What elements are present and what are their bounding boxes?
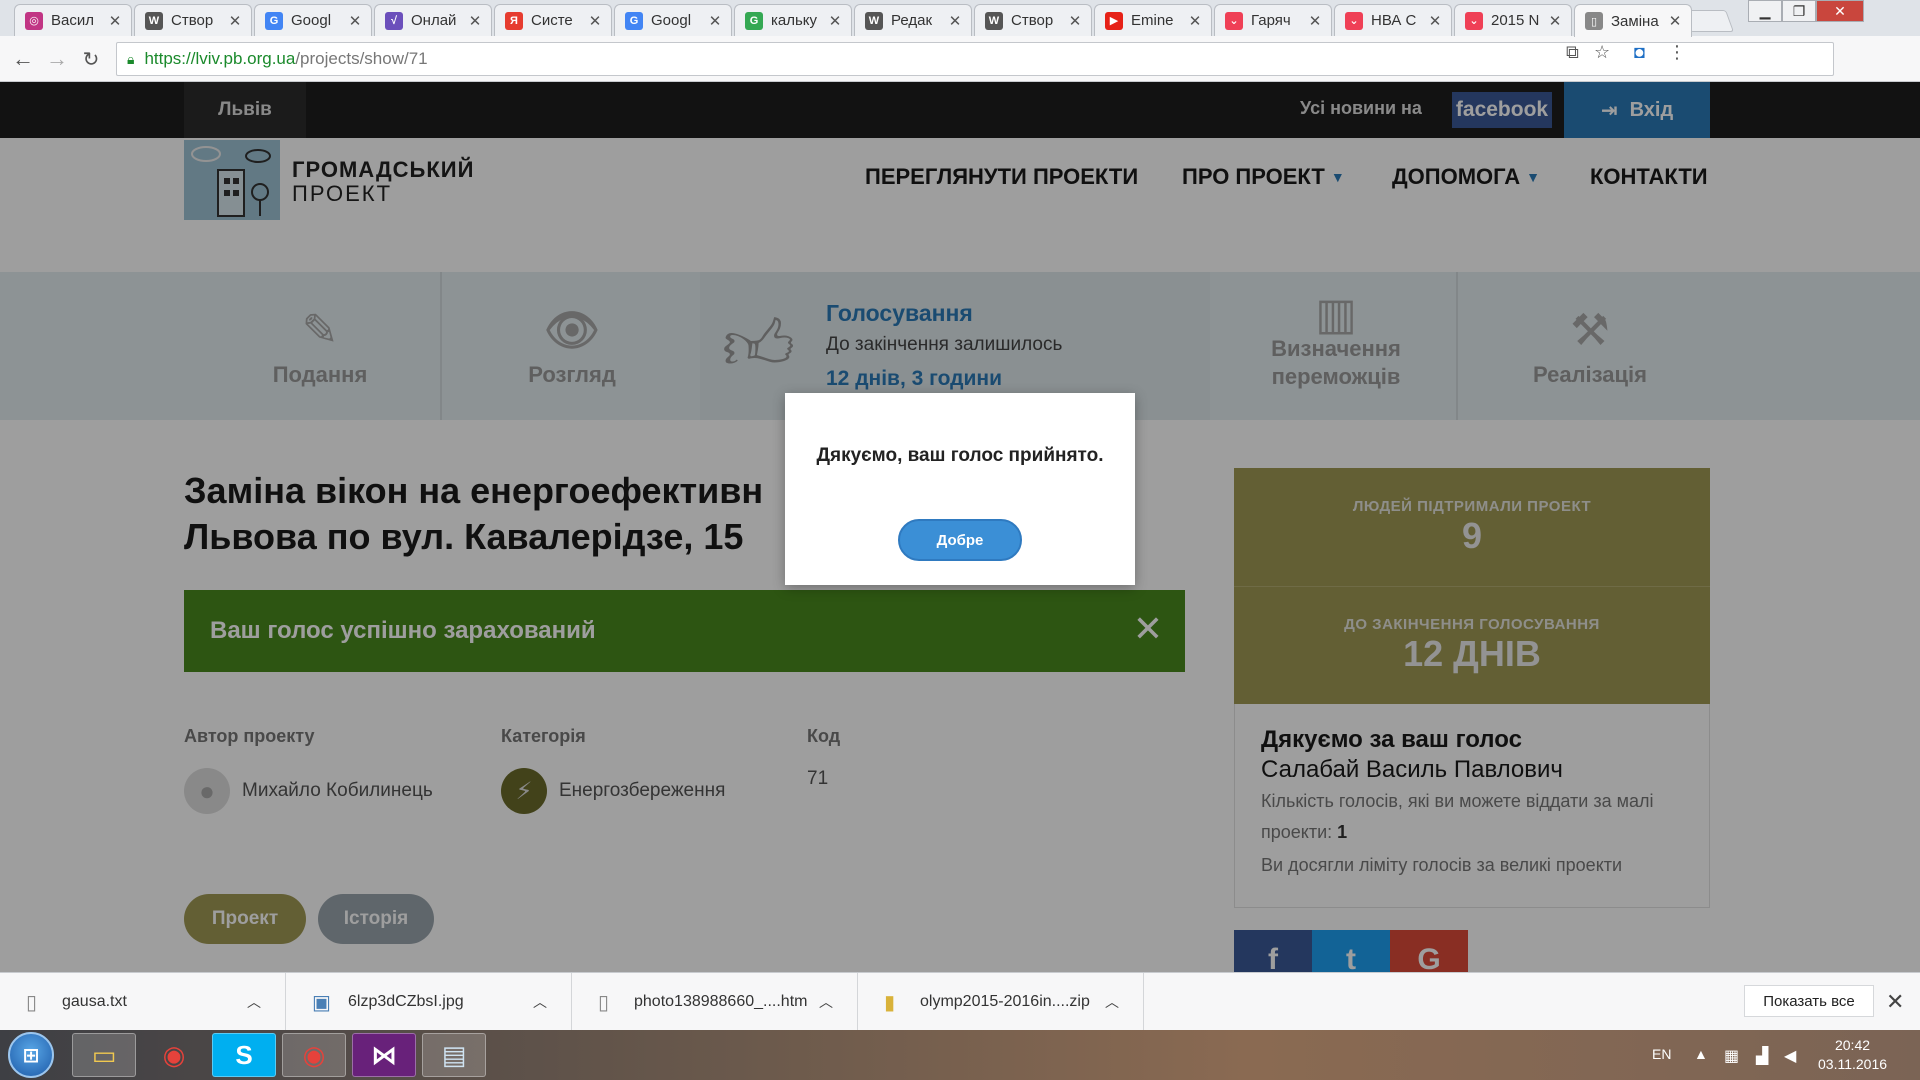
- tab-close-icon[interactable]: ✕: [1067, 12, 1083, 30]
- tab-close-icon[interactable]: ✕: [707, 12, 723, 30]
- instagram-icon: ◎: [25, 11, 43, 30]
- tab-close-icon[interactable]: ✕: [947, 12, 963, 30]
- extension-icon[interactable]: ◘: [1634, 42, 1645, 63]
- youtube-icon: ▶: [1105, 11, 1123, 30]
- tray-expand-icon[interactable]: ▲: [1694, 1046, 1708, 1062]
- chrome-icon[interactable]: ◉: [142, 1033, 206, 1077]
- tab-close-icon[interactable]: ✕: [347, 12, 363, 30]
- downloads-shelf: ▯ gausa.txt ︿ ▣ 6lzp3dCZbsI.jpg ︿ ▯ phot…: [0, 972, 1920, 1031]
- restore-icon[interactable]: ❐: [1782, 0, 1816, 22]
- browser-tab[interactable]: √ Онлай ✕: [374, 4, 492, 36]
- vote-confirmation-dialog: Дякуємо, ваш голос прийнято. Добре: [785, 393, 1135, 585]
- wikipedia-icon: W: [985, 11, 1003, 30]
- download-item[interactable]: ▯ gausa.txt ︿: [0, 973, 286, 1031]
- browser-tab[interactable]: ▶ Emine ✕: [1094, 4, 1212, 36]
- web-page: Львів Усі новини на facebook ⇥ Вхід ГРОМ…: [0, 82, 1920, 972]
- browser-tab[interactable]: W Створ ✕: [974, 4, 1092, 36]
- text-file-icon: ▯: [26, 991, 38, 1014]
- download-item[interactable]: ▣ 6lzp3dCZbsI.jpg ︿: [286, 973, 572, 1031]
- pocket-icon: ⌄: [1345, 11, 1363, 30]
- windows-taskbar: ⊞ ▭ ◉ S ◉ ⋈ ▤ EN ▲ ▦ ▟ ◀ 20:42 03.11.201…: [0, 1030, 1920, 1080]
- chrome-active-icon[interactable]: ◉: [282, 1033, 346, 1077]
- browser-tab[interactable]: W Створ ✕: [134, 4, 252, 36]
- wikipedia-icon: W: [145, 11, 163, 30]
- back-icon[interactable]: ←: [8, 44, 38, 74]
- pocket-icon: ⌄: [1225, 11, 1243, 30]
- chevron-up-icon[interactable]: ︿: [247, 992, 261, 1012]
- math-icon: √: [385, 11, 403, 30]
- tab-close-icon[interactable]: ✕: [827, 12, 843, 30]
- html-file-icon: ▯: [598, 991, 610, 1014]
- download-item[interactable]: ▮ olymp2015-2016in....zip ︿: [858, 973, 1144, 1031]
- file-explorer-icon[interactable]: ▭: [72, 1033, 136, 1077]
- image-file-icon: ▣: [312, 991, 331, 1014]
- notepad-icon[interactable]: ▤: [422, 1033, 486, 1077]
- google-translate-icon: G: [625, 11, 643, 30]
- tab-close-icon[interactable]: ✕: [587, 12, 603, 30]
- chevron-up-icon[interactable]: ︿: [533, 992, 547, 1012]
- tab-close-icon[interactable]: ✕: [1187, 12, 1203, 30]
- system-clock[interactable]: 20:42 03.11.2016: [1818, 1036, 1887, 1074]
- browser-tab-strip: ◎ Васил ✕ W Створ ✕ G Googl ✕ √ Онлай ✕ Я Си…: [0, 0, 1920, 37]
- forward-icon[interactable]: →: [42, 44, 72, 74]
- browser-tab[interactable]: G Googl ✕: [614, 4, 732, 36]
- browser-tab[interactable]: ⌄ Гаряч ✕: [1214, 4, 1332, 36]
- page-icon: ▯: [1585, 12, 1603, 30]
- browser-tab[interactable]: ⌄ 2015 N ✕: [1454, 4, 1572, 36]
- download-item[interactable]: ▯ photo138988660_....htm ︿: [572, 973, 858, 1031]
- visual-studio-icon[interactable]: ⋈: [352, 1033, 416, 1077]
- pocket-icon: ⌄: [1465, 11, 1483, 30]
- tab-close-icon[interactable]: ✕: [467, 12, 483, 30]
- lock-icon: 🔒︎: [127, 50, 135, 67]
- dialog-message: Дякуємо, ваш голос прийнято.: [816, 445, 1104, 466]
- close-window-icon[interactable]: ✕: [1816, 0, 1864, 22]
- chevron-up-icon[interactable]: ︿: [819, 992, 833, 1012]
- browser-tab[interactable]: G кальку ✕: [734, 4, 852, 36]
- zip-file-icon: ▮: [884, 991, 896, 1014]
- browser-tab[interactable]: W Редак ✕: [854, 4, 972, 36]
- tab-close-icon[interactable]: ✕: [1667, 12, 1683, 30]
- skype-icon[interactable]: S: [212, 1033, 276, 1077]
- ok-button[interactable]: Добре: [898, 519, 1022, 561]
- tab-close-icon[interactable]: ✕: [1427, 12, 1443, 30]
- tab-close-icon[interactable]: ✕: [227, 12, 243, 30]
- google-translate-icon: G: [265, 11, 283, 30]
- signal-icon[interactable]: ▟: [1756, 1046, 1768, 1066]
- yandex-icon: Я: [505, 11, 523, 30]
- menu-icon[interactable]: ⋮: [1668, 42, 1686, 63]
- browser-tab[interactable]: ◎ Васил ✕: [14, 4, 132, 36]
- show-all-downloads-button[interactable]: Показать все: [1744, 985, 1874, 1017]
- network-icon[interactable]: ▦: [1724, 1046, 1739, 1066]
- browser-tab[interactable]: Я Систе ✕: [494, 4, 612, 36]
- browser-tab-active[interactable]: ▯ Заміна ✕: [1574, 4, 1692, 37]
- reload-icon[interactable]: ↻: [76, 44, 106, 74]
- address-bar-row: ← → ↻ 🔒︎ https://lviv.pb.org.ua/projects…: [0, 36, 1920, 82]
- close-icon[interactable]: ✕: [1886, 989, 1904, 1015]
- browser-tab[interactable]: ⌄ НВА С ✕: [1334, 4, 1452, 36]
- browser-tab[interactable]: G Googl ✕: [254, 4, 372, 36]
- google-icon: G: [745, 11, 763, 30]
- chevron-up-icon[interactable]: ︿: [1105, 992, 1119, 1012]
- bookmark-star-icon[interactable]: ☆: [1594, 42, 1610, 63]
- tab-close-icon[interactable]: ✕: [1307, 12, 1323, 30]
- language-indicator[interactable]: EN: [1652, 1046, 1671, 1062]
- minimize-icon[interactable]: ▁: [1748, 0, 1782, 22]
- windows-start-icon[interactable]: ⊞: [8, 1032, 54, 1078]
- wikipedia-icon: W: [865, 11, 883, 30]
- volume-icon[interactable]: ◀: [1784, 1046, 1796, 1066]
- tab-close-icon[interactable]: ✕: [1547, 12, 1563, 30]
- translate-icon[interactable]: ⧉: [1566, 42, 1579, 63]
- tab-close-icon[interactable]: ✕: [107, 12, 123, 30]
